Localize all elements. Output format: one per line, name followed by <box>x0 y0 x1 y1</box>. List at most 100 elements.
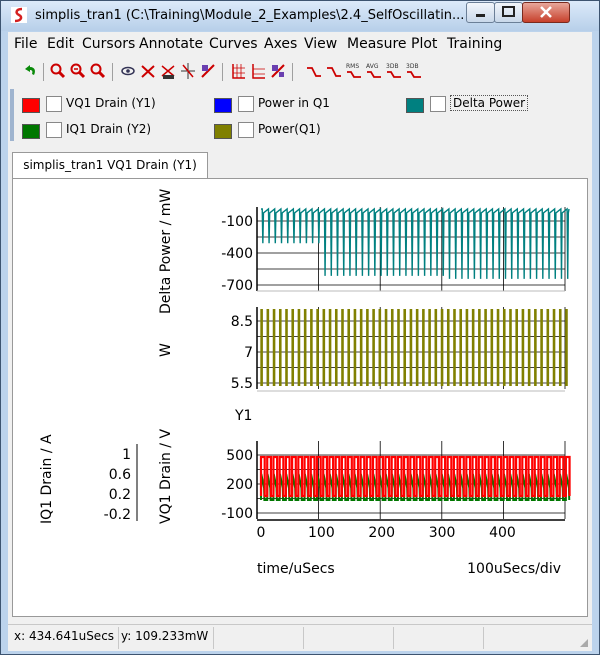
title-bar[interactable]: simplis_tran1 (C:\Training\Module_2_Exam… <box>1 1 599 31</box>
legend-checkbox[interactable] <box>430 96 446 112</box>
menu-edit[interactable]: Edit <box>47 36 74 52</box>
y-tick-label: 5.5 <box>231 376 253 392</box>
y-axis-label-iq1: IQ1 Drain / A <box>39 434 55 524</box>
y2-tick-label: 0.6 <box>109 467 131 483</box>
delete-curve-icon[interactable] <box>140 62 156 80</box>
menu-measure[interactable]: Measure <box>347 36 407 52</box>
minimize-button[interactable] <box>466 2 495 23</box>
x-tick-label: 300 <box>429 525 456 541</box>
measure-rise-icon[interactable] <box>306 62 322 80</box>
legend-bar: VQ1 Drain (Y1) IQ1 Drain (Y2) Power in Q… <box>8 87 592 143</box>
3db-label-1: 3DB <box>386 63 399 70</box>
legend-swatch <box>214 98 232 113</box>
legend-item-power-q1[interactable]: Power(Q1) <box>214 122 364 140</box>
status-divider <box>483 627 484 649</box>
menu-annotate[interactable]: Annotate <box>139 36 203 52</box>
menu-axes[interactable]: Axes <box>264 36 297 52</box>
legend-drag-handle[interactable] <box>10 89 14 141</box>
legend-item-delta-power[interactable]: Delta Power <box>406 95 536 114</box>
toolbar-separator <box>292 63 293 81</box>
maximize-button[interactable] <box>494 2 523 23</box>
x-div-label: 100uSecs/div <box>467 561 561 577</box>
maximize-icon <box>502 6 515 17</box>
y-axis-label-vq1: VQ1 Drain / V <box>158 429 174 524</box>
measure-fall-icon[interactable] <box>326 62 342 80</box>
y-tick-label: 500 <box>226 448 253 464</box>
minimize-icon <box>476 14 485 17</box>
zoom-out-icon[interactable] <box>70 62 86 80</box>
toolbar-separator <box>43 63 44 81</box>
close-button[interactable] <box>522 2 570 23</box>
menu-curves[interactable]: Curves <box>209 36 258 52</box>
y-tick-label: 7 <box>244 345 253 361</box>
stack-icon[interactable] <box>270 62 286 80</box>
legend-checkbox[interactable] <box>46 96 62 112</box>
tab-row: simplis_tran1 VQ1 Drain (Y1) <box>8 152 592 178</box>
legend-item-iq1-drain[interactable]: IQ1 Drain (Y2) <box>22 122 192 140</box>
y-tick-label: 8.5 <box>231 314 253 330</box>
measure-3db-low-icon[interactable]: 3DB <box>406 62 422 80</box>
plot-area[interactable]: -100 -400 -700 Delta Power / mW 8.5 7 5.5 W Y1 50… <box>12 178 588 617</box>
curve-name-icon[interactable] <box>160 62 176 80</box>
y2-tick-label: 0.2 <box>109 487 131 503</box>
cursor-icon[interactable] <box>180 62 196 80</box>
axis-icon[interactable] <box>250 62 266 80</box>
menu-cursors[interactable]: Cursors <box>82 36 135 52</box>
legend-swatch <box>406 98 424 113</box>
toolbar: RMS AVG 3DB 3DB <box>8 58 592 86</box>
y-tick-label: -400 <box>221 246 253 262</box>
legend-checkbox[interactable] <box>238 96 254 112</box>
measure-rms-icon[interactable]: RMS <box>346 62 362 80</box>
legend-item-vq1-drain[interactable]: VQ1 Drain (Y1) <box>22 96 192 114</box>
tab-simplis-tran1[interactable]: simplis_tran1 VQ1 Drain (Y1) <box>12 152 208 178</box>
x-tick-label: 100 <box>308 525 335 541</box>
legend-swatch <box>22 124 40 139</box>
x-tick-label: 400 <box>489 525 516 541</box>
status-divider <box>118 627 119 649</box>
status-divider <box>303 627 304 649</box>
simplis-logo-icon <box>11 7 27 23</box>
legend-swatch <box>22 98 40 113</box>
status-bar: x: 434.641uSecs y: 109.233mW <box>8 624 592 651</box>
x-axis-label: time/uSecs <box>257 561 335 577</box>
menu-plot[interactable]: Plot <box>411 36 437 52</box>
view-icon[interactable] <box>120 62 136 80</box>
3db-label-2: 3DB <box>406 63 419 70</box>
edit-curve-icon[interactable] <box>200 62 216 80</box>
zoom-fit-icon[interactable] <box>90 62 106 80</box>
zoom-in-icon[interactable] <box>50 62 66 80</box>
menu-bar: File Edit Cursors Annotate Curves Axes V… <box>8 32 592 56</box>
status-y: y: 109.233mW <box>121 629 209 643</box>
legend-item-power-in-q1[interactable]: Power in Q1 <box>214 96 364 114</box>
menu-view[interactable]: View <box>304 36 337 52</box>
y-tick-label: 200 <box>226 477 253 493</box>
legend-label: Power(Q1) <box>258 122 321 136</box>
y2-tick-label: 1 <box>122 447 131 463</box>
legend-checkbox[interactable] <box>238 122 254 138</box>
y-axis-label-delta-power: Delta Power / mW <box>158 189 174 314</box>
grid-icon[interactable] <box>230 62 246 80</box>
resize-grip-icon[interactable] <box>578 637 590 649</box>
y-axis-label-power-q1: W <box>158 343 174 357</box>
toolbar-separator <box>112 63 113 81</box>
toolbar-separator <box>222 63 223 81</box>
measure-avg-icon[interactable]: AVG <box>366 62 382 80</box>
measure-3db-high-icon[interactable]: 3DB <box>386 62 402 80</box>
y-tick-label: -100 <box>221 214 253 230</box>
undo-icon[interactable] <box>22 62 38 80</box>
status-x: x: 434.641uSecs <box>14 629 115 643</box>
legend-label: Delta Power <box>450 95 529 111</box>
legend-swatch <box>214 124 232 139</box>
client-area: File Edit Cursors Annotate Curves Axes V… <box>8 32 592 651</box>
y2-tick-label: -0.2 <box>104 507 131 523</box>
vq1-drain-trace <box>259 455 571 498</box>
x-tick-label: 200 <box>368 525 395 541</box>
window-title: simplis_tran1 (C:\Training\Module_2_Exam… <box>35 8 465 23</box>
legend-checkbox[interactable] <box>46 122 62 138</box>
menu-training[interactable]: Training <box>447 36 502 52</box>
delta-power-trace <box>261 207 570 279</box>
plot-canvas[interactable]: -100 -400 -700 Delta Power / mW 8.5 7 5.5 W Y1 50… <box>13 179 587 616</box>
x-tick-label: 0 <box>257 525 266 541</box>
menu-file[interactable]: File <box>14 36 37 52</box>
status-divider <box>393 627 394 649</box>
